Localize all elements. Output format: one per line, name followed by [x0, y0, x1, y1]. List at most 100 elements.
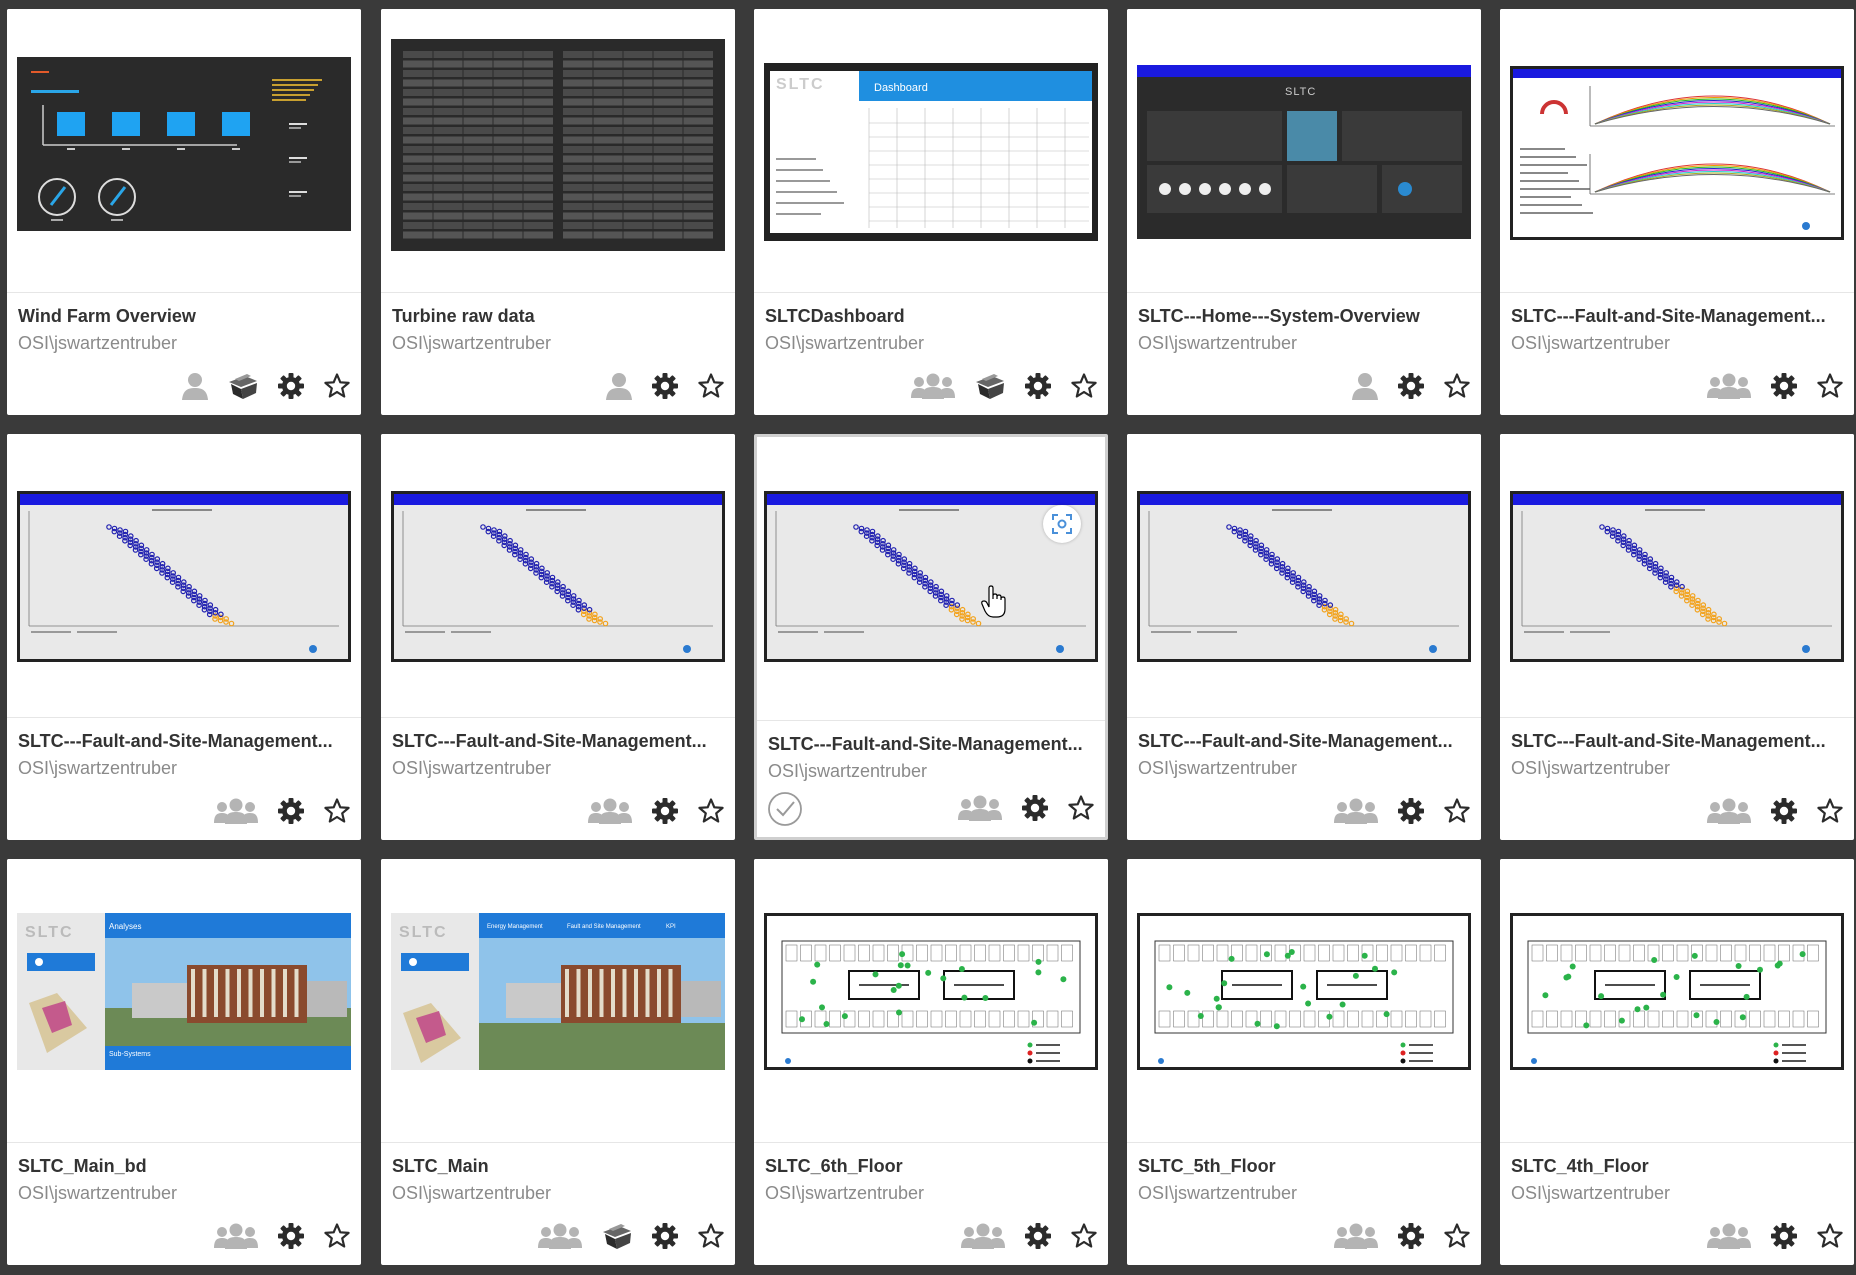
thumbnail-area[interactable]: [381, 434, 735, 718]
card-title[interactable]: Wind Farm Overview: [18, 306, 350, 327]
card-title[interactable]: SLTC---Home---System-Overview: [1138, 306, 1470, 327]
star-icon[interactable]: [1443, 794, 1471, 828]
display-card[interactable]: SLTC---Fault-and-Site-Management... OSI\…: [1500, 434, 1854, 840]
star-icon[interactable]: [1070, 1219, 1098, 1253]
capture-icon[interactable]: [1043, 505, 1081, 543]
gear-icon[interactable]: [1021, 791, 1049, 825]
star-icon[interactable]: [1443, 1219, 1471, 1253]
display-card[interactable]: SLTC_6th_Floor OSI\jswartzentruber: [754, 859, 1108, 1265]
gear-icon[interactable]: [1024, 1219, 1052, 1253]
card-title[interactable]: SLTC---Fault-and-Site-Management...: [392, 731, 724, 752]
thumbnail-area[interactable]: [1500, 9, 1854, 293]
card-title[interactable]: Turbine raw data: [392, 306, 724, 327]
gear-icon[interactable]: [1397, 794, 1425, 828]
display-card[interactable]: SLTC Analyses Sub-Systems SLTC_Main_bd OSI…: [7, 859, 361, 1265]
card-actions: [181, 369, 351, 403]
gear-icon[interactable]: [1397, 369, 1425, 403]
star-icon[interactable]: [323, 794, 351, 828]
thumbnail-area[interactable]: [754, 859, 1108, 1143]
display-thumbnail[interactable]: [764, 913, 1098, 1070]
card-owner: OSI\jswartzentruber: [1138, 1183, 1298, 1203]
display-thumbnail[interactable]: SLTC Dashboard: [764, 63, 1098, 241]
display-thumbnail[interactable]: [17, 491, 351, 662]
display-thumbnail[interactable]: SLTC Energy Management Fault and Site Mana…: [391, 913, 725, 1070]
gear-icon[interactable]: [277, 1219, 305, 1253]
card-title[interactable]: SLTC---Fault-and-Site-Management...: [1511, 731, 1843, 752]
display-card[interactable]: SLTC---Fault-and-Site-Management... OSI\…: [754, 434, 1108, 840]
display-thumbnail[interactable]: SLTC Analyses Sub-Systems: [17, 913, 351, 1070]
display-thumbnail[interactable]: [17, 57, 351, 231]
star-icon[interactable]: [1067, 791, 1095, 825]
display-card[interactable]: Wind Farm Overview OSI\jswartzentruber: [7, 9, 361, 415]
thumbnail-area[interactable]: [1127, 859, 1481, 1143]
star-icon[interactable]: [1816, 794, 1844, 828]
card-title[interactable]: SLTCDashboard: [765, 306, 1097, 327]
star-icon[interactable]: [697, 369, 725, 403]
card-owner: OSI\jswartzentruber: [768, 761, 928, 781]
card-title[interactable]: SLTC_Main: [392, 1156, 724, 1177]
card-title[interactable]: SLTC_4th_Floor: [1511, 1156, 1843, 1177]
thumbnail-area[interactable]: SLTC Energy Management Fault and Site Mana…: [381, 859, 735, 1143]
thumbnail-area[interactable]: [7, 9, 361, 293]
card-title[interactable]: SLTC_5th_Floor: [1138, 1156, 1470, 1177]
group-icon: [1706, 369, 1752, 403]
star-icon[interactable]: [1443, 369, 1471, 403]
display-card[interactable]: SLTC_4th_Floor OSI\jswartzentruber: [1500, 859, 1854, 1265]
display-card[interactable]: SLTC Dashboard SLTCDashboard OSI\jswartze…: [754, 9, 1108, 415]
card-actions: [960, 1219, 1098, 1253]
gear-icon[interactable]: [1397, 1219, 1425, 1253]
thumbnail-area[interactable]: [757, 437, 1105, 721]
thumbnail-area[interactable]: [381, 9, 735, 293]
thumbnail-area[interactable]: SLTC Dashboard: [754, 9, 1108, 293]
group-icon: [537, 1219, 583, 1253]
star-icon[interactable]: [1070, 369, 1098, 403]
star-icon[interactable]: [697, 1219, 725, 1253]
display-thumbnail[interactable]: [1137, 913, 1471, 1070]
card-title[interactable]: SLTC_Main_bd: [18, 1156, 350, 1177]
gear-icon[interactable]: [651, 794, 679, 828]
card-title[interactable]: SLTC_6th_Floor: [765, 1156, 1097, 1177]
display-thumbnail[interactable]: SLTC: [1137, 65, 1471, 239]
star-icon[interactable]: [1816, 1219, 1844, 1253]
gear-icon[interactable]: [1770, 794, 1798, 828]
card-owner: OSI\jswartzentruber: [765, 333, 925, 353]
thumbnail-area[interactable]: [1500, 434, 1854, 718]
card-title[interactable]: SLTC---Fault-and-Site-Management...: [18, 731, 350, 752]
star-icon[interactable]: [323, 1219, 351, 1253]
gear-icon[interactable]: [1770, 1219, 1798, 1253]
gear-icon[interactable]: [1770, 369, 1798, 403]
star-icon[interactable]: [1816, 369, 1844, 403]
display-thumbnail[interactable]: [391, 39, 725, 251]
display-thumbnail[interactable]: [1510, 491, 1844, 662]
card-title[interactable]: SLTC---Fault-and-Site-Management...: [768, 734, 1100, 755]
star-icon[interactable]: [697, 794, 725, 828]
card-title[interactable]: SLTC---Fault-and-Site-Management...: [1138, 731, 1470, 752]
display-thumbnail[interactable]: [391, 491, 725, 662]
gear-icon[interactable]: [277, 369, 305, 403]
display-card[interactable]: SLTC---Fault-and-Site-Management... OSI\…: [381, 434, 735, 840]
thumbnail-area[interactable]: SLTC Analyses Sub-Systems: [7, 859, 361, 1143]
display-card[interactable]: SLTC_5th_Floor OSI\jswartzentruber: [1127, 859, 1481, 1265]
display-card[interactable]: SLTC SLTC---Home---System-Overview OSI\j…: [1127, 9, 1481, 415]
thumbnail-area[interactable]: [1127, 434, 1481, 718]
display-card[interactable]: SLTC Energy Management Fault and Site Mana…: [381, 859, 735, 1265]
display-card[interactable]: SLTC---Fault-and-Site-Management... OSI\…: [1127, 434, 1481, 840]
thumbnail-area[interactable]: SLTC: [1127, 9, 1481, 293]
display-card[interactable]: Turbine raw data OSI\jswartzentruber: [381, 9, 735, 415]
display-thumbnail[interactable]: [1137, 491, 1471, 662]
gear-icon[interactable]: [1024, 369, 1052, 403]
gear-icon[interactable]: [277, 794, 305, 828]
svg-text:Analyses: Analyses: [109, 922, 141, 931]
thumbnail-area[interactable]: [7, 434, 361, 718]
display-thumbnail[interactable]: [1510, 913, 1844, 1070]
display-thumbnail[interactable]: [1510, 66, 1844, 240]
check-icon[interactable]: [767, 791, 803, 827]
card-title[interactable]: SLTC---Fault-and-Site-Management...: [1511, 306, 1843, 327]
display-card[interactable]: SLTC---Fault-and-Site-Management... OSI\…: [7, 434, 361, 840]
display-card[interactable]: SLTC---Fault-and-Site-Management... OSI\…: [1500, 9, 1854, 415]
svg-text:SLTC: SLTC: [25, 924, 74, 941]
gear-icon[interactable]: [651, 369, 679, 403]
thumbnail-area[interactable]: [1500, 859, 1854, 1143]
gear-icon[interactable]: [651, 1219, 679, 1253]
star-icon[interactable]: [323, 369, 351, 403]
